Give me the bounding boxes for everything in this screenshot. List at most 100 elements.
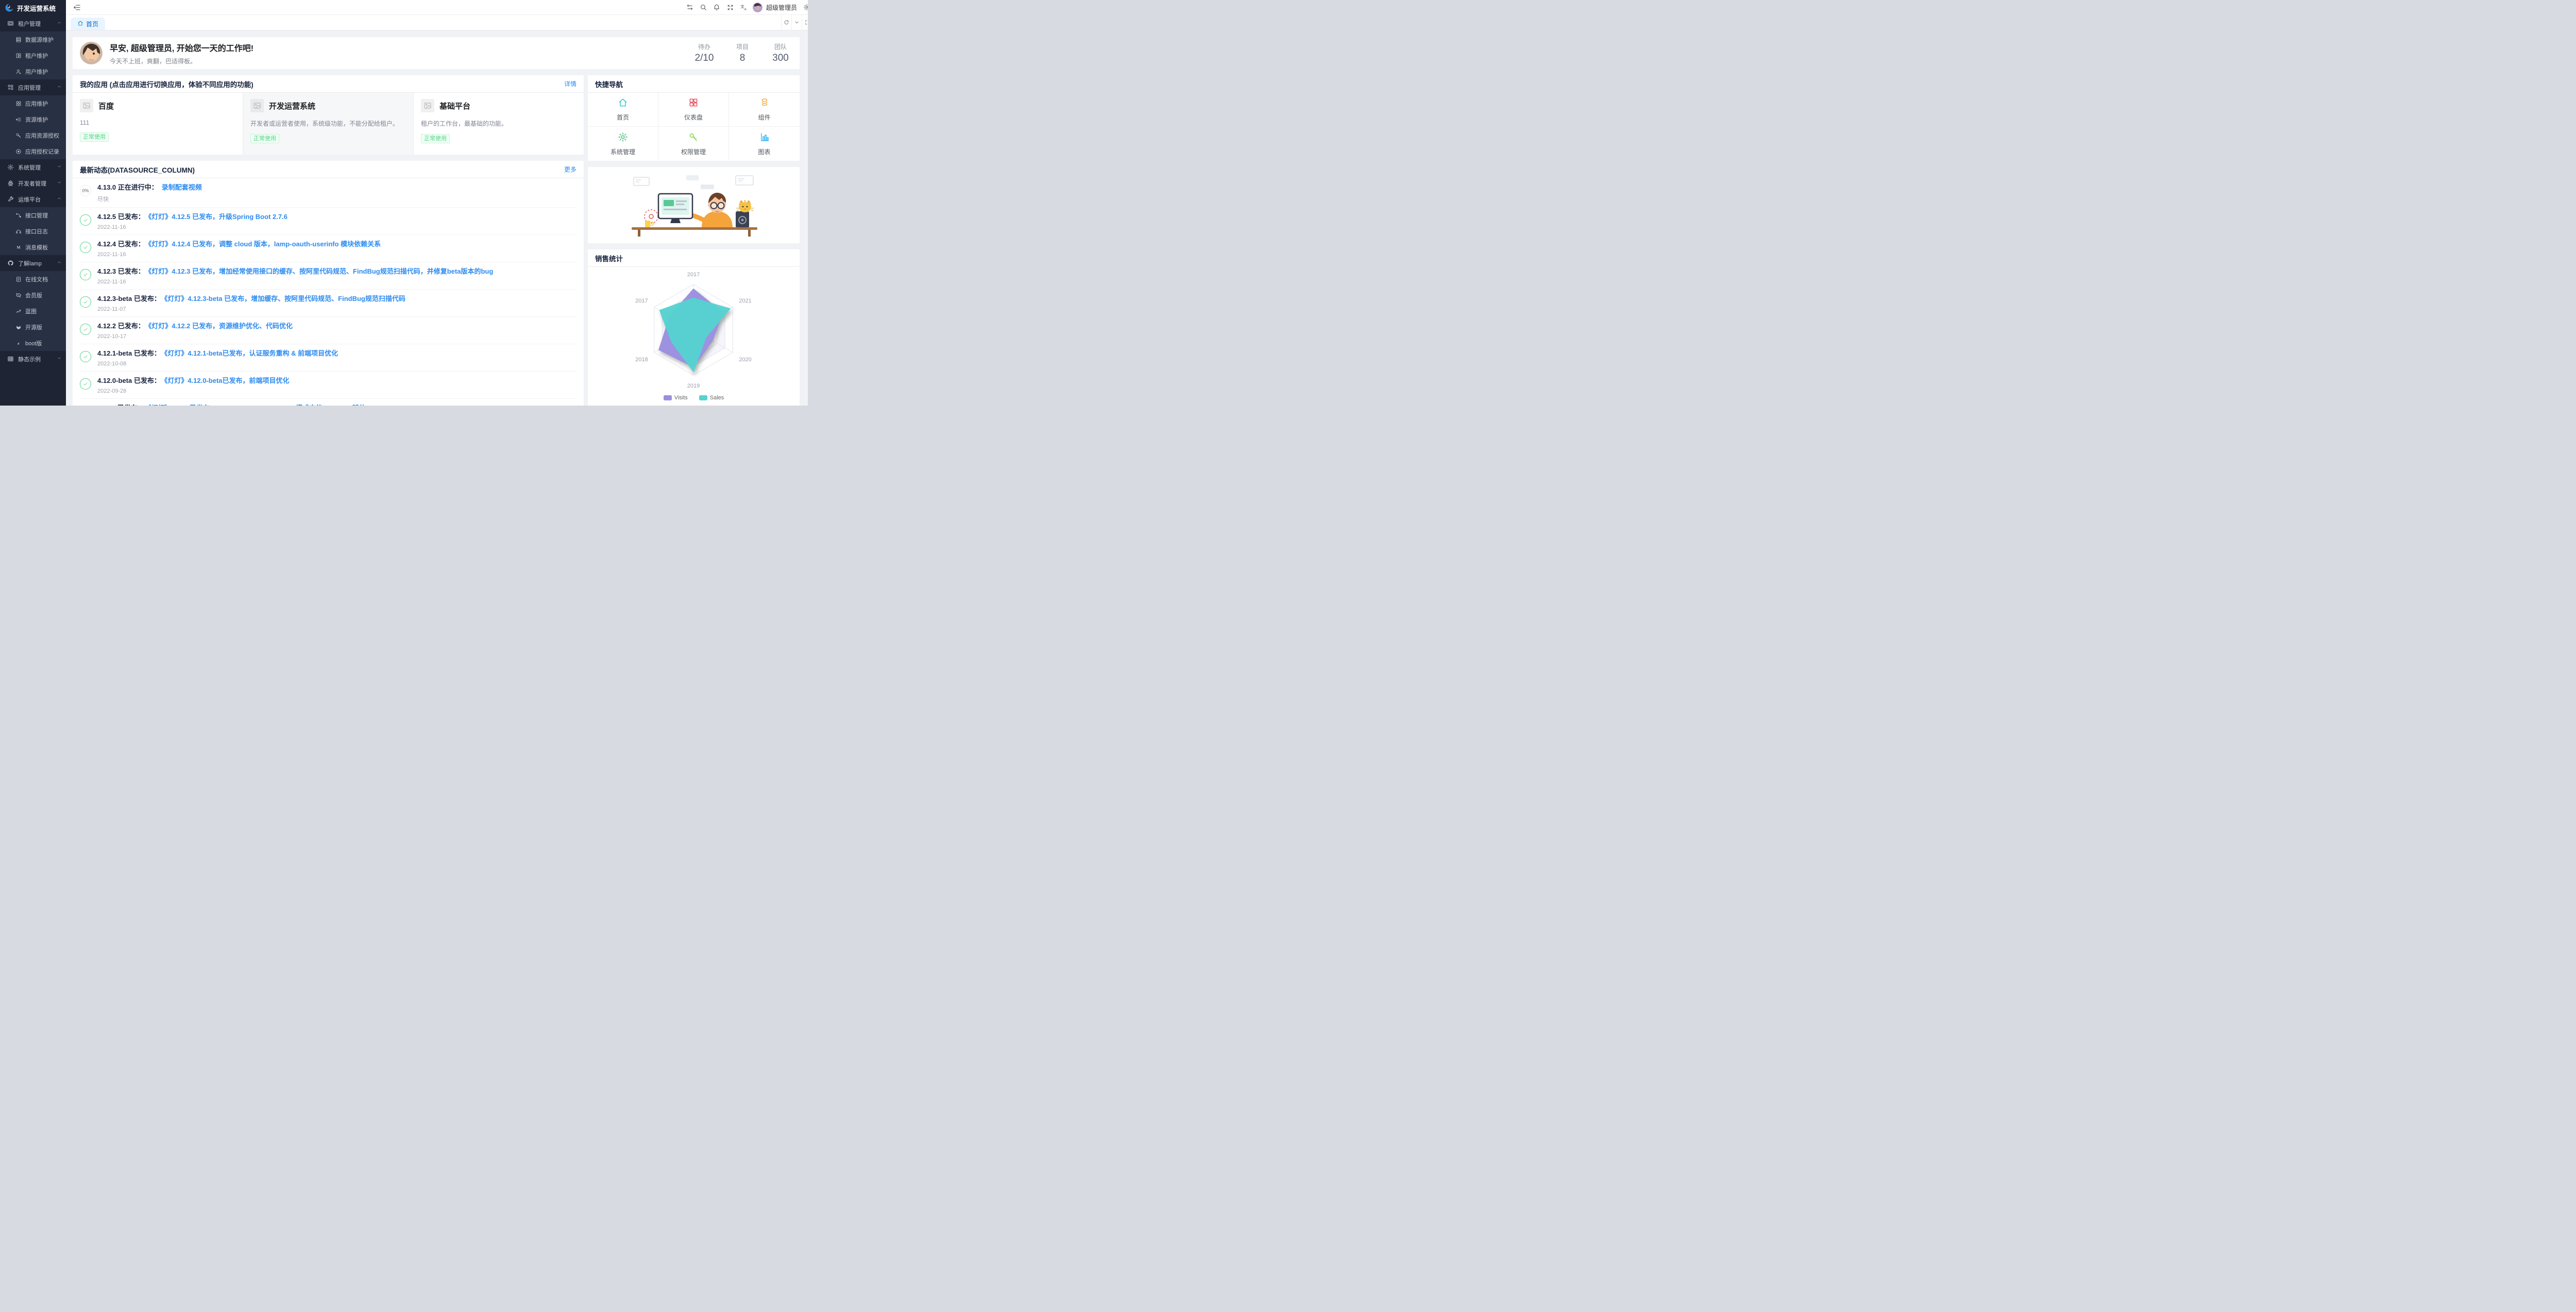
app-card-base-platform[interactable]: 基础平台租户的工作台，最基础的功能。正常使用 (414, 93, 584, 155)
tab-home[interactable]: 首页 (71, 18, 105, 30)
chev-down-icon (794, 20, 800, 25)
news-item: 4.12.0-beta 已发布：《灯灯》4.12.0-beta已发布，前端项目优… (80, 372, 577, 399)
sidebar-item-datasource-maintenance[interactable]: 数据源维护 (0, 31, 66, 47)
sidebar-item-tenant-maintenance[interactable]: 租户维护 (0, 47, 66, 63)
sidebar-item-label: 消息模板 (25, 243, 48, 251)
collapse-sidebar-icon[interactable] (71, 2, 83, 13)
stat-label: 团队 (769, 42, 792, 51)
svg-text:M: M (16, 245, 20, 249)
news-link[interactable]: 《灯灯》4.12.0-beta已发布，前端项目优化 (164, 377, 290, 384)
gear-icon (618, 132, 628, 144)
eye-off-icon (15, 292, 22, 298)
app-description: 开发者或运营者使用，系统级功能，不能分配给租户。 (250, 119, 406, 128)
chevron-up-icon (57, 196, 62, 203)
sidebar-item-label: 在线文档 (25, 275, 48, 283)
legend-item-visits[interactable]: Visits (664, 395, 688, 401)
sidebar-item-message-templates[interactable]: M 消息模板 (0, 239, 66, 255)
news-link[interactable]: 《灯灯》4.12.4 已发布，调整 cloud 版本，lamp-oauth-us… (148, 240, 381, 248)
github-icon (7, 260, 14, 266)
chart-bar-icon (759, 132, 770, 144)
settings-icon[interactable] (801, 2, 808, 13)
greeting-subtitle: 今天不上班，爽翻，巴适得板。 (110, 57, 253, 65)
sidebar-item-tenant-management[interactable]: 租户管理 (0, 15, 66, 31)
app-title: 开发运营系统 (17, 3, 56, 13)
news-date: 2022-10-17 (97, 333, 293, 340)
sidebar-item-app-maintenance[interactable]: 应用维护 (0, 95, 66, 111)
sidebar-item-member-edition[interactable]: 会员版 (0, 287, 66, 303)
check-icon (82, 381, 89, 387)
news-version: 4.12.3-beta 已发布： (97, 295, 161, 302)
news-link[interactable]: 《灯灯》4.12.3 已发布，增加经常使用接口的缓存、按阿里代码规范、FindB… (148, 267, 494, 275)
fullscreen-icon[interactable] (724, 2, 736, 13)
quick-nav-permission[interactable]: 权限管理 (658, 127, 729, 161)
search-icon[interactable] (698, 2, 709, 13)
username-label[interactable]: 超级管理员 (766, 3, 797, 12)
sidebar-item-ops-platform[interactable]: 运维平台 (0, 191, 66, 207)
legend-label: Visits (674, 395, 688, 401)
top-header: 文A 超级管理员 (66, 0, 808, 15)
stat-team: 团队300 (769, 42, 792, 64)
legend-item-sales[interactable]: Sales (699, 395, 724, 401)
news-link[interactable]: 录制配套视频 (162, 183, 202, 191)
app-name: 基础平台 (439, 100, 470, 111)
news-link[interactable]: 《灯灯》4.11.0已发布，DATASOURCE_COLUMN模式中的COLUM… (148, 404, 365, 406)
quick-nav-system[interactable]: 系统管理 (588, 127, 658, 161)
chev-up-icon (57, 260, 62, 265)
quick-nav-components[interactable]: 组件 (729, 93, 800, 127)
news-date: 2022-11-16 (97, 251, 381, 258)
news-version: 4.12.1-beta 已发布： (97, 349, 161, 357)
quick-nav-home[interactable]: 首页 (588, 93, 658, 127)
sidebar-item-application-management[interactable]: 应用管理 (0, 79, 66, 95)
chart-legend: Visits Sales (588, 395, 800, 401)
sidebar-item-label: 接口管理 (25, 211, 48, 220)
swap-icon[interactable] (684, 2, 696, 13)
chevron-down-icon[interactable] (791, 15, 802, 30)
sidebar-item-static-examples[interactable]: 静态示例 (0, 351, 66, 367)
picture-icon (82, 102, 91, 110)
sidebar-item-api-management[interactable]: 接口管理 (0, 207, 66, 223)
news-link[interactable]: 《灯灯》4.12.3-beta 已发布，增加缓存、按阿里代码规范、FindBug… (164, 295, 405, 302)
sidebar-item-online-docs[interactable]: 在线文档 (0, 271, 66, 287)
quick-nav-dashboard[interactable]: 仪表盘 (658, 93, 729, 127)
sidebar-item-opensource-edition[interactable]: 开源版 (0, 319, 66, 335)
app-logo[interactable]: 开发运营系统 (0, 0, 66, 15)
news-card: 最新动态(DATASOURCE_COLUMN) 更多 0%4.13.0 正在进行… (73, 161, 584, 406)
workspace-illustration (624, 173, 764, 237)
user-avatar[interactable] (753, 3, 762, 12)
radar-chart-svg: 201720212020201920182017 (588, 267, 800, 395)
sidebar-group-ops-platform: 运维平台接口管理接口日志 M 消息模板 (0, 191, 66, 255)
refresh-icon[interactable] (781, 15, 791, 30)
expand-icon[interactable] (802, 15, 808, 30)
sidebar-item-resource-maintenance[interactable]: 资源维护 (0, 111, 66, 127)
check-icon (82, 244, 89, 250)
legend-swatch (699, 395, 707, 400)
chev-up-icon (57, 20, 62, 25)
sidebar-item-about-lamp[interactable]: 了解lamp (0, 255, 66, 271)
news-link[interactable]: 《灯灯》4.12.1-beta已发布，认证服务重构 & 前端项目优化 (164, 349, 338, 357)
sidebar-item-user-maintenance[interactable]: 用户维护 (0, 63, 66, 79)
news-link[interactable]: 《灯灯》4.12.2 已发布，资源维护优化、代码优化 (148, 322, 293, 330)
news-item: 4.12.4 已发布：《灯灯》4.12.4 已发布，调整 cloud 版本，la… (80, 235, 577, 262)
sidebar-item-blueprint[interactable]: 蓝图 (0, 303, 66, 319)
quick-nav-charts[interactable]: 图表 (729, 127, 800, 161)
sidebar-item-api-logs[interactable]: 接口日志 (0, 223, 66, 239)
news-link[interactable]: 《灯灯》4.12.5 已发布，升级Spring Boot 2.7.6 (148, 213, 287, 221)
sidebar-item-app-grant-records[interactable]: 应用授权记录 (0, 143, 66, 159)
wrench-icon (7, 196, 14, 203)
sidebar-item-developer-management[interactable]: 开发者管理 (0, 175, 66, 191)
search-icon (700, 4, 707, 11)
translate-icon[interactable]: 文A (738, 2, 750, 13)
bell-icon[interactable] (711, 2, 723, 13)
news-more-link[interactable]: 更多 (564, 165, 577, 174)
sidebar-item-app-resource-grant[interactable]: 应用资源授权 (0, 127, 66, 143)
app-card-baidu[interactable]: 百度111正常使用 (73, 93, 243, 155)
tab-bar: 首页 (66, 15, 808, 30)
sidebar-item-system-management[interactable]: 系统管理 (0, 159, 66, 175)
my-apps-detail-link[interactable]: 详情 (564, 79, 577, 88)
greeting-text: 早安, 超级管理员, 开始您一天的工作吧! 今天不上班，爽翻，巴适得板。 (110, 41, 253, 65)
sidebar-item-boot-edition[interactable]: eboot版 (0, 335, 66, 351)
home-icon (77, 20, 83, 28)
app-card-devops[interactable]: 开发运营系统开发者或运营者使用，系统级功能，不能分配给租户。正常使用 (243, 93, 414, 155)
doc-icon (15, 276, 22, 282)
radar-chart: 201720212020201920182017 (588, 267, 800, 395)
